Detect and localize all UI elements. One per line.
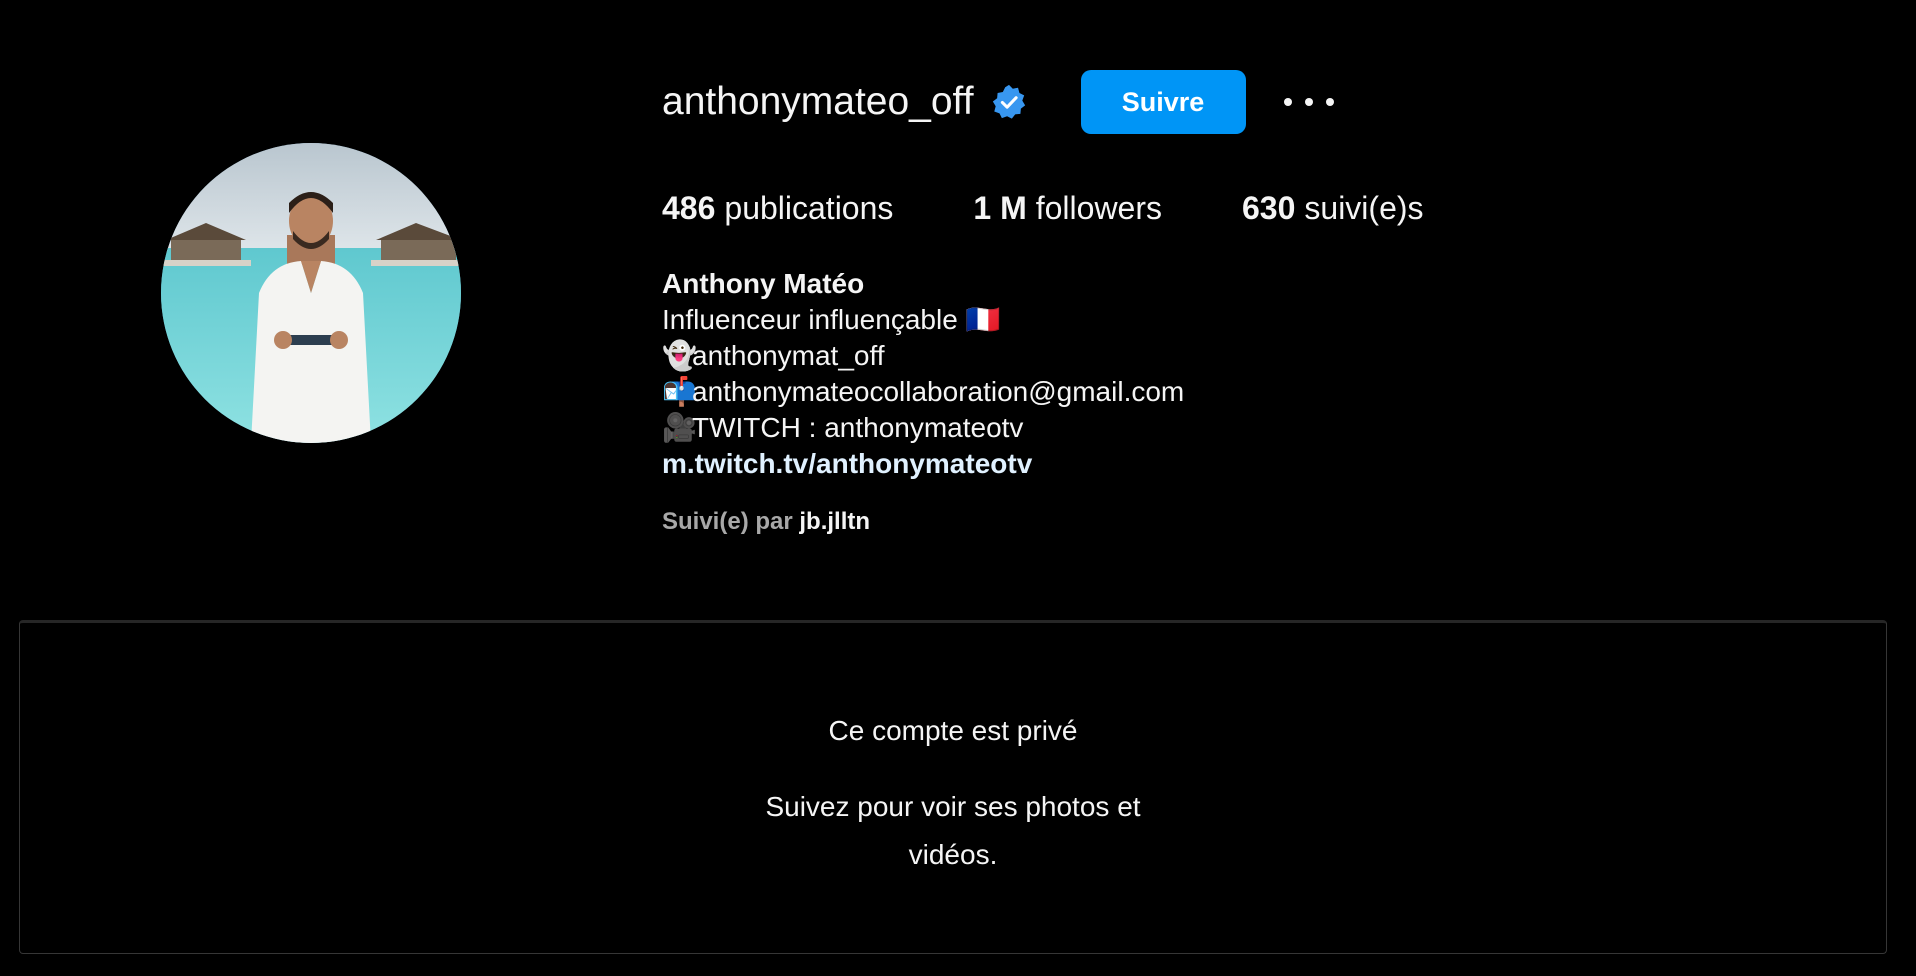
following-label: suivi(e)s — [1304, 189, 1424, 226]
flag-icon: 🇫🇷 — [965, 304, 1001, 335]
profile-bio: Anthony Matéo Influenceur influençable 🇫… — [662, 266, 1184, 482]
bio-line-text: anthonymat_off — [692, 340, 885, 371]
posts-stat: 486 publications — [662, 190, 893, 227]
dot-icon — [1283, 98, 1292, 106]
followed-by-prefix: Suivi(e) par — [662, 508, 793, 535]
private-subtitle: Suivez pour voir ses photos et vidéos. — [765, 791, 1141, 870]
followers-label: followers — [1035, 189, 1162, 226]
following-stat[interactable]: 630 suivi(e)s — [1242, 190, 1424, 227]
private-title: Ce compte est privé — [828, 715, 1078, 746]
bio-line-text: Influenceur influençable — [662, 304, 958, 335]
username: anthonymateo_off — [662, 80, 974, 123]
private-account-panel: Ce compte est privé Suivez pour voir ses… — [19, 620, 1887, 954]
follow-button[interactable]: Suivre — [1080, 70, 1246, 134]
followers-stat[interactable]: 1 M followers — [973, 190, 1162, 227]
bio-line: 📬anthonymateocollaboration@gmail.com — [662, 374, 1184, 410]
more-options-icon[interactable] — [1283, 82, 1334, 122]
profile-stats: 486 publications 1 M followers 630 suivi… — [662, 186, 1424, 230]
followed-by-user[interactable]: jb.jlltn — [799, 508, 870, 535]
bio-line: 🎥TWITCH : anthonymateotv — [662, 410, 1184, 446]
bio-line: Influenceur influençable 🇫🇷 — [662, 302, 1184, 338]
followers-count: 1 M — [973, 189, 1027, 226]
bio-line-text: TWITCH : anthonymateotv — [692, 412, 1024, 443]
bio-link[interactable]: m.twitch.tv/anthonymateotv — [662, 446, 1184, 482]
dot-icon — [1304, 98, 1313, 106]
verified-badge-icon — [990, 83, 1028, 121]
followed-by[interactable]: Suivi(e) par jb.jlltn — [662, 508, 870, 536]
dot-icon — [1325, 98, 1334, 106]
display-name: Anthony Matéo — [662, 268, 865, 299]
mailbox-icon: 📬 — [662, 376, 697, 407]
posts-label: publications — [724, 189, 894, 226]
profile-header: anthonymateo_off Suivre — [662, 70, 1334, 134]
profile-avatar[interactable] — [161, 143, 461, 443]
ghost-icon: 👻 — [662, 340, 697, 371]
camera-icon: 🎥 — [662, 412, 697, 443]
avatar-photo — [161, 143, 461, 443]
following-count: 630 — [1242, 189, 1296, 226]
posts-count: 486 — [662, 189, 716, 226]
bio-line-text: anthonymateocollaboration@gmail.com — [692, 376, 1185, 407]
bio-line: 👻anthonymat_off — [662, 338, 1184, 374]
